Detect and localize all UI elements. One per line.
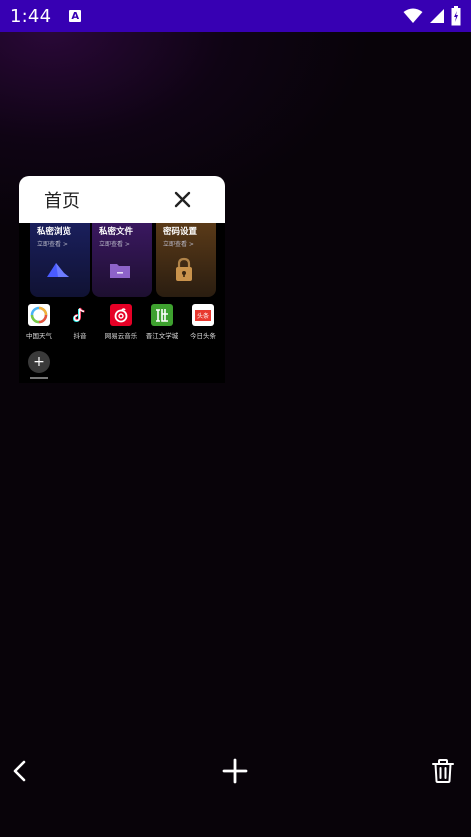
feature-private-browse: 私密浏览 立即查看 > <box>30 223 90 297</box>
app-label: 抖音 <box>73 332 87 340</box>
status-icons <box>403 6 461 26</box>
app-label: 晋江文学城 <box>145 332 179 340</box>
status-time: 1:44 <box>10 5 52 27</box>
wifi-icon <box>403 8 423 23</box>
app-toutiao: 头条 今日头条 <box>185 304 221 340</box>
tab-title: 首页 <box>44 190 80 212</box>
app-china-weather: 中国天气 <box>21 304 57 340</box>
app-douyin: 抖音 <box>62 304 98 340</box>
plus-icon: + <box>28 351 50 373</box>
app-netease-music: 网易云音乐 <box>103 304 139 340</box>
feature-title: 私密文件 <box>99 227 134 237</box>
private-browse-icon <box>47 263 69 277</box>
add-shortcut-label <box>30 377 48 379</box>
battery-icon <box>451 6 461 26</box>
add-tab-icon[interactable] <box>220 756 250 786</box>
tab-card[interactable]: 首页 私密浏览 立即查看 > 私密文件 立即查看 > 密码设置 立即查看 > 中… <box>19 176 225 383</box>
toutiao-icon-text: 头条 <box>194 309 211 321</box>
app-label: 网易云音乐 <box>104 332 138 340</box>
app-jinjiang: 晋江文学城 <box>144 304 180 340</box>
douyin-icon <box>69 304 91 326</box>
app-label: 中国天气 <box>26 332 52 340</box>
feature-private-files: 私密文件 立即查看 > <box>92 223 152 297</box>
netease-music-icon <box>110 304 132 326</box>
tab-preview: 私密浏览 立即查看 > 私密文件 立即查看 > 密码设置 立即查看 > 中国天气… <box>19 223 225 383</box>
tab-card-header[interactable]: 首页 <box>19 176 225 223</box>
feature-title: 私密浏览 <box>37 227 72 237</box>
feature-password-settings: 密码设置 立即查看 > <box>156 223 216 297</box>
feature-subtitle: 立即查看 > <box>99 241 130 248</box>
signal-icon <box>430 9 444 23</box>
feature-subtitle: 立即查看 > <box>37 241 68 248</box>
notification-a-icon: A <box>69 10 82 22</box>
toutiao-icon: 头条 <box>192 304 214 326</box>
folder-icon <box>110 264 130 278</box>
add-shortcut: + <box>28 351 50 379</box>
china-weather-icon <box>28 304 50 326</box>
feature-title: 密码设置 <box>163 227 198 237</box>
jinjiang-icon <box>151 304 173 326</box>
app-label: 今日头条 <box>190 332 216 340</box>
trash-icon[interactable] <box>428 756 458 786</box>
lock-icon <box>176 257 192 281</box>
close-tab-icon[interactable] <box>174 191 191 208</box>
chevron-left-icon[interactable] <box>6 756 36 786</box>
feature-subtitle: 立即查看 > <box>163 241 194 248</box>
status-bar: 1:44 A <box>0 0 471 32</box>
